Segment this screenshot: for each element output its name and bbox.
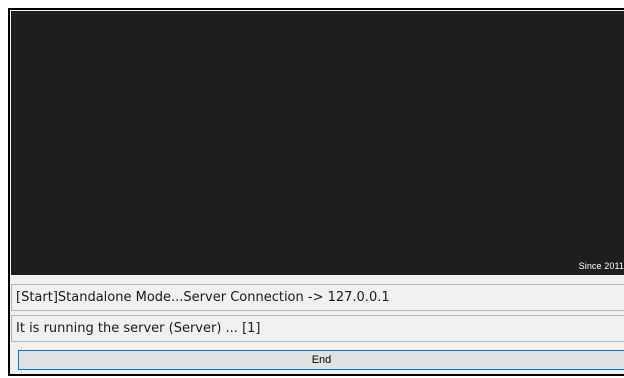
status-line-connection: [Start]Standalone Mode...Server Connecti… <box>11 284 624 311</box>
server-display-area: Since 2011 <box>11 11 624 275</box>
since-label: Since 2011 <box>578 261 624 271</box>
end-button[interactable]: End <box>18 350 624 370</box>
status-line-running: It is running the server (Server) ... [1… <box>11 315 624 342</box>
